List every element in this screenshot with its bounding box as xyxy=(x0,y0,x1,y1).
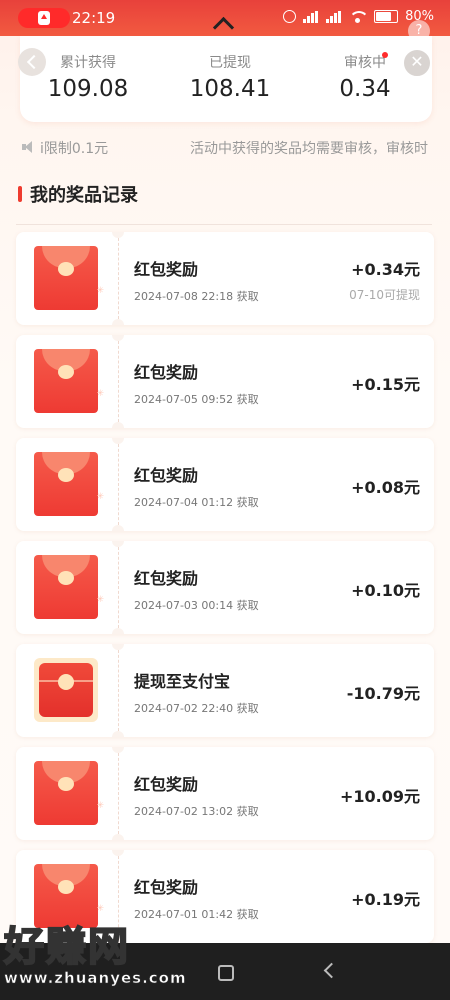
record-amount: +0.08元 xyxy=(351,478,420,497)
record-amount: +10.09元 xyxy=(339,787,420,806)
help-icon[interactable]: ? xyxy=(408,20,430,42)
stat-label: 已提现 xyxy=(209,55,251,71)
record-title: 红包奖励 xyxy=(134,466,199,485)
notification-dot xyxy=(382,52,388,58)
screen-record-indicator[interactable] xyxy=(18,8,70,28)
record-date: 2024-07-02 13:02 获取 xyxy=(134,805,259,818)
record-amount: +0.34元 xyxy=(351,260,420,279)
close-button[interactable]: ✕ xyxy=(402,48,432,78)
signal-icon-2 xyxy=(326,10,342,23)
upload-arrow-icon xyxy=(38,11,50,25)
wifi-icon xyxy=(349,10,368,23)
stat-withdrawn: 已提现 108.41 xyxy=(182,52,278,102)
notice-text-right: 活动中获得的奖品均需要审核，审核时 xyxy=(190,141,428,157)
section-accent-bar xyxy=(18,186,22,202)
record-date: 2024-07-02 22:40 获取 xyxy=(134,702,259,715)
record-amount: +0.15元 xyxy=(351,375,420,394)
record-card[interactable]: ✳ 红包奖励 2024-07-02 13:02 获取 +10.09元 xyxy=(16,747,434,840)
record-date: 2024-07-03 00:14 获取 xyxy=(134,599,259,612)
divider xyxy=(16,224,432,225)
record-title: 提现至支付宝 xyxy=(134,672,231,691)
notice-text-left: i限制0.1元 xyxy=(40,141,109,157)
record-note: 07-10可提现 xyxy=(349,288,420,302)
stat-under-review: 审核中 0.34 xyxy=(320,52,410,102)
red-envelope-icon: ✳ xyxy=(16,232,118,325)
record-amount: +0.19元 xyxy=(351,890,420,909)
notice-marquee: i限制0.1元 活动中获得的奖品均需要审核，审核时 xyxy=(0,136,450,158)
record-card[interactable]: 提现至支付宝 2024-07-02 22:40 获取 -10.79元 xyxy=(16,644,434,737)
record-amount: +0.10元 xyxy=(351,581,420,600)
watermark-logo: 好赚网 www.zhuanyes.com xyxy=(3,914,204,994)
stat-value: 109.08 xyxy=(47,76,129,102)
back-icon[interactable] xyxy=(323,962,340,979)
status-time: 22:19 xyxy=(72,9,116,27)
speaker-icon xyxy=(22,140,36,154)
record-card[interactable]: ✳ 红包奖励 2024-07-08 22:18 获取 +0.34元 07-10可… xyxy=(16,232,434,325)
records-list[interactable]: ✳ 红包奖励 2024-07-08 22:18 获取 +0.34元 07-10可… xyxy=(16,232,434,953)
red-envelope-icon: ✳ xyxy=(16,747,118,840)
watermark-url: www.zhuanyes.com xyxy=(4,969,187,988)
record-date: 2024-07-05 09:52 获取 xyxy=(134,393,259,406)
stat-label: 累计获得 xyxy=(60,55,116,71)
record-date: 2024-07-04 01:12 获取 xyxy=(134,496,259,509)
stat-value: 108.41 xyxy=(189,76,271,102)
record-title: 红包奖励 xyxy=(134,363,199,382)
record-title: 红包奖励 xyxy=(134,775,199,794)
section-title: 我的奖品记录 xyxy=(30,185,138,206)
record-title: 红包奖励 xyxy=(134,569,199,588)
red-envelope-icon: ✳ xyxy=(16,438,118,531)
record-card[interactable]: ✳ 红包奖励 2024-07-04 01:12 获取 +0.08元 xyxy=(16,438,434,531)
signal-icon-1 xyxy=(303,10,319,23)
watermark-text: 好赚网 xyxy=(3,923,130,971)
alarm-icon xyxy=(283,10,297,23)
record-card[interactable]: ✳ 红包奖励 2024-07-05 09:52 获取 +0.15元 xyxy=(16,335,434,428)
stat-value: 0.34 xyxy=(339,76,391,102)
record-amount: -10.79元 xyxy=(346,684,420,703)
stat-total-earned: 累计获得 109.08 xyxy=(40,52,136,102)
red-envelope-icon: ✳ xyxy=(16,335,118,428)
record-card[interactable]: ✳ 红包奖励 2024-07-03 00:14 获取 +0.10元 xyxy=(16,541,434,634)
battery-icon xyxy=(374,10,399,23)
chevron-left-icon xyxy=(26,54,42,70)
record-date: 2024-07-08 22:18 获取 xyxy=(134,290,259,303)
withdraw-envelope-icon xyxy=(16,644,118,737)
home-icon[interactable] xyxy=(218,965,234,981)
stat-label: 审核中 xyxy=(344,55,386,71)
section-header: 我的奖品记录 xyxy=(18,183,138,206)
record-title: 红包奖励 xyxy=(134,878,199,897)
record-title: 红包奖励 xyxy=(134,260,199,279)
red-envelope-icon: ✳ xyxy=(16,541,118,634)
